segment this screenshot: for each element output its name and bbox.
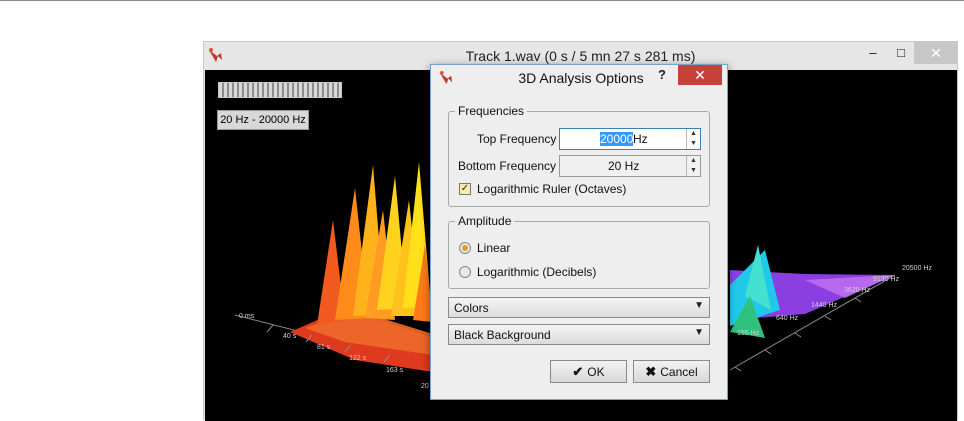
color-mode-select[interactable]: Colors ▼ bbox=[448, 297, 710, 318]
top-frequency-stepper[interactable]: ▲ ▼ bbox=[686, 129, 700, 149]
time-tick-2: 81 s bbox=[317, 344, 331, 351]
analysis-options-dialog: 3D Analysis Options ? ✕ Frequencies Top … bbox=[430, 64, 728, 400]
help-button[interactable]: ? bbox=[658, 67, 666, 82]
amplitude-group: Amplitude Linear Logarithmic (Decibels) bbox=[448, 214, 710, 289]
frequency-range-button[interactable]: 20 Hz - 20000 Hz bbox=[217, 110, 309, 130]
close-button[interactable]: ✕ bbox=[914, 42, 958, 64]
chevron-down-icon: ▼ bbox=[694, 300, 704, 311]
freq-tick-0: 20500 Hz bbox=[902, 265, 932, 272]
dialog-close-button[interactable]: ✕ bbox=[678, 65, 722, 85]
time-slider[interactable] bbox=[218, 82, 342, 98]
freq-tick-4: 640 Hz bbox=[776, 315, 799, 322]
linear-radio[interactable] bbox=[459, 242, 471, 254]
check-icon: ✔ bbox=[572, 364, 584, 379]
top-frequency-input[interactable]: 20000 Hz ▲ ▼ bbox=[559, 128, 701, 150]
chevron-down-icon: ▼ bbox=[694, 327, 704, 338]
bottom-frequency-value: 20 Hz bbox=[608, 159, 640, 173]
arrow-down-icon[interactable]: ▼ bbox=[687, 139, 700, 149]
bottom-frequency-input[interactable]: 20 Hz ▲ ▼ bbox=[559, 155, 701, 177]
time-tick-1: 40 s bbox=[283, 333, 297, 340]
arrow-down-icon[interactable]: ▼ bbox=[687, 166, 700, 176]
dialog-logo-icon bbox=[439, 71, 453, 85]
top-frequency-value: 20000 bbox=[600, 132, 634, 146]
dialog-title: 3D Analysis Options bbox=[518, 70, 644, 86]
top-frequency-label: Top Frequency bbox=[477, 132, 557, 146]
linear-label[interactable]: Linear bbox=[477, 241, 510, 255]
arrow-up-icon[interactable]: ▲ bbox=[687, 156, 700, 166]
minimize-button[interactable]: – bbox=[859, 42, 887, 64]
bottom-frequency-label: Bottom Frequency bbox=[458, 159, 557, 173]
cancel-label: Cancel bbox=[660, 365, 698, 379]
bottom-frequency-stepper[interactable]: ▲ ▼ bbox=[686, 156, 700, 176]
ok-label: OK bbox=[587, 365, 605, 379]
time-tick-5: 20 bbox=[421, 383, 429, 390]
main-window-title: Track 1.wav (0 s / 5 mn 27 s 281 ms) bbox=[465, 48, 696, 64]
time-tick-0: 0 ms bbox=[239, 313, 255, 320]
freq-tick-3: 1440 Hz bbox=[811, 302, 838, 309]
ok-button[interactable]: ✔ OK bbox=[550, 360, 627, 383]
logarithmic-label[interactable]: Logarithmic (Decibels) bbox=[477, 265, 596, 279]
logarithmic-radio[interactable] bbox=[459, 266, 471, 278]
time-tick-3: 122 s bbox=[349, 355, 367, 362]
background-value: Black Background bbox=[454, 328, 551, 342]
cancel-button[interactable]: ✖ Cancel bbox=[633, 360, 710, 383]
maximize-button[interactable]: □ bbox=[887, 42, 915, 64]
log-ruler-label[interactable]: Logarithmic Ruler (Octaves) bbox=[477, 182, 626, 196]
frequencies-group: Frequencies Top Frequency 20000 Hz ▲ ▼ B… bbox=[448, 104, 710, 207]
freq-tick-5: 155 Hz bbox=[737, 330, 760, 337]
freq-tick-1: 9130 Hz bbox=[873, 276, 900, 283]
background-select[interactable]: Black Background ▼ bbox=[448, 324, 710, 345]
frequencies-legend: Frequencies bbox=[455, 104, 528, 118]
color-mode-value: Colors bbox=[454, 301, 489, 315]
time-tick-4: 163 s bbox=[386, 367, 404, 374]
arrow-up-icon[interactable]: ▲ bbox=[687, 129, 700, 139]
freq-tick-2: 3620 Hz bbox=[844, 287, 871, 294]
amplitude-legend: Amplitude bbox=[455, 214, 515, 228]
top-frequency-unit: Hz bbox=[633, 132, 648, 146]
x-icon: ✖ bbox=[645, 364, 657, 379]
top-divider bbox=[0, 0, 964, 1]
log-ruler-checkbox[interactable]: ✓ bbox=[459, 183, 471, 195]
